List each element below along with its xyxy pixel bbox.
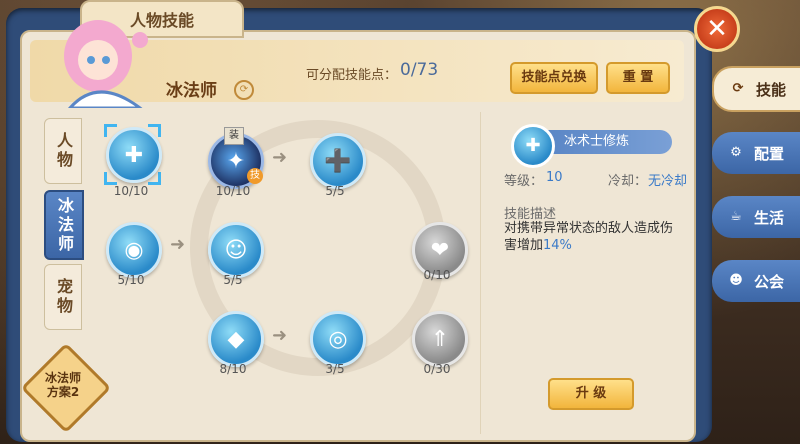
skill-swirl-plus[interactable]: ➕ [310,133,366,189]
skill-orb[interactable]: ◉ [106,222,162,278]
class-switch-icon[interactable]: ⟳ [234,80,254,100]
swirl-plus-icon: ➕ [324,148,352,174]
arrows-up-icon: ⇑ [430,326,450,352]
heart-plus-icon: ❤ [430,237,450,263]
team-icon: ☺ [224,237,248,263]
class-name: 冰法师 [166,81,217,101]
points-value: 0/73 [400,60,439,80]
equipped-badge: 装 [224,127,244,145]
orb-icon: ◉ [124,237,144,263]
skill-arrows-up[interactable]: ⇑ [412,311,468,367]
skill-count: 3/5 [325,362,345,376]
skill-count: 5/10 [117,273,145,287]
skill-count: 8/10 [219,362,247,376]
detail-skill-name: 冰术士修炼 [548,130,672,154]
skill-count: 0/30 [423,362,451,376]
description-body: 对携带异常状态的敌人造成伤害增加 [504,221,674,253]
right-tab-life[interactable]: ☕ 生活 [712,196,800,238]
diamond-icon: ◆ [227,326,245,352]
cup-icon: ☕ [730,209,742,224]
arrow-right-icon: ➜ [170,234,186,255]
skill-vortex[interactable]: ◎ [310,311,366,367]
shield-plus-icon: ✚ [124,142,144,168]
skill-count: 5/5 [223,273,243,287]
skill-diamond[interactable]: ◆ [208,311,264,367]
skill-tag-badge: 技 [247,168,263,184]
character-avatar [64,20,148,108]
plan-class: 冰法师 [44,371,81,385]
close-button[interactable]: ✕ [694,6,740,52]
right-tab-config[interactable]: ⚙ 配置 [712,132,800,174]
ice-crystal-icon: ✦ [226,148,246,174]
cooldown-value: 无冷却 [648,174,688,189]
plan-badge-text: 冰法师 方案2 [28,371,98,399]
points-label: 可分配技能点： [306,68,398,83]
skill-count: 10/10 [215,184,251,198]
skill-icon: ⟳ [732,81,744,96]
tab-ice-mage[interactable]: 冰法师 [44,190,84,260]
right-tab-label: 生活 [754,208,785,227]
cooldown-label: 冷却： [608,174,648,189]
tab-pet[interactable]: 宠物 [44,264,82,330]
detail-skill-icon: ✚ [511,124,555,168]
right-tab-label: 配置 [754,144,785,163]
skill-count: 0/10 [423,268,451,282]
arrow-right-icon: ➜ [272,325,288,346]
exchange-points-button[interactable]: 技能点兑换 [510,62,598,94]
skill-count: 5/5 [325,184,345,198]
gear-icon: ⚙ [730,145,742,160]
right-tab-guild[interactable]: ☻ 公会 [712,260,800,302]
right-tab-skill[interactable]: ⟳ 技能 [712,66,800,112]
plan-number: 方案2 [46,385,80,399]
level-value: 10 [546,170,563,185]
description-text: 对携带异常状态的敌人造成伤害增加14% [504,220,680,254]
upgrade-button[interactable]: 升 级 [548,378,634,410]
vortex-icon: ◎ [328,326,348,352]
skill-shield-plus[interactable]: ✚ [106,127,162,183]
reset-button[interactable]: 重 置 [606,62,670,94]
skill-team[interactable]: ☺ [208,222,264,278]
arrow-right-icon: ➜ [272,147,288,168]
right-tab-label: 技能 [756,80,787,99]
level-label: 等级： [504,174,544,189]
guild-icon: ☻ [729,273,743,288]
tab-character[interactable]: 人物 [44,118,82,184]
right-tab-label: 公会 [754,272,785,291]
description-value: 14% [543,238,572,253]
skill-count: 10/10 [113,184,149,198]
